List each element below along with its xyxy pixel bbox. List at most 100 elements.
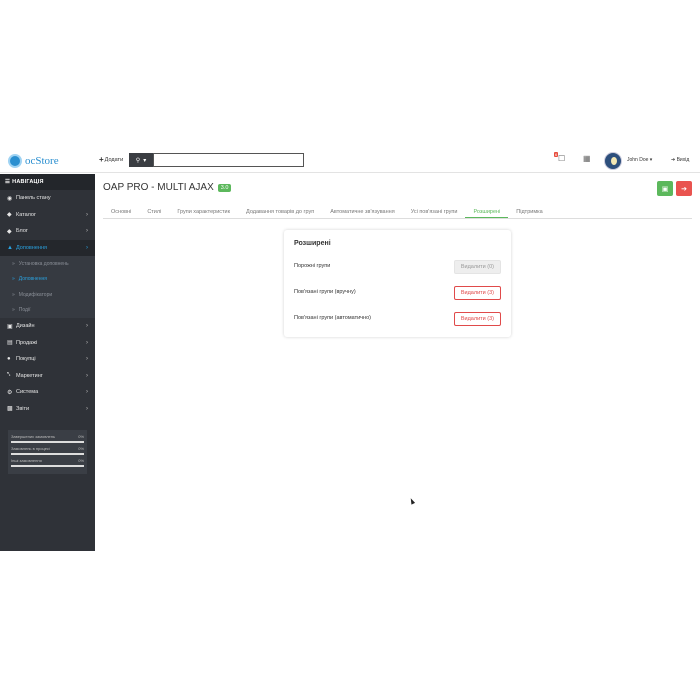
main-content: OAP PRO - MULTI AJAX 3.0 ▣ ➔ Основні Сти… bbox=[95, 174, 700, 551]
bullet-icon: » bbox=[12, 276, 15, 283]
tab-advanced[interactable]: Розширені bbox=[465, 207, 509, 218]
panel-title: Розширені bbox=[294, 240, 331, 247]
chevron-right-icon: › bbox=[86, 323, 88, 330]
search-icon: ⚲ bbox=[135, 157, 141, 164]
row-label: Порожні групи bbox=[294, 263, 331, 269]
page-title: OAP PRO - MULTI AJAX 3.0 bbox=[103, 182, 232, 193]
sidebar-item-dashboard[interactable]: ◉ Панель стану bbox=[0, 190, 95, 207]
sidebar-item-label: Продажі bbox=[16, 339, 38, 346]
caret-down-icon: ▾ bbox=[143, 157, 147, 164]
tab-add-products[interactable]: Додавання товарів до груп bbox=[238, 207, 322, 218]
cart-icon: ▤ bbox=[7, 340, 13, 347]
chart-icon: ▩ bbox=[7, 406, 13, 413]
version-badge: 3.0 bbox=[217, 183, 232, 192]
row-label: Пов'язані групи (вручну) bbox=[294, 289, 356, 295]
chevron-right-icon: › bbox=[86, 228, 88, 235]
notifications-icon[interactable]: ☐ bbox=[558, 154, 565, 163]
user-menu[interactable]: John Doe ▾ bbox=[627, 157, 652, 163]
stat-label: Завершених замовлень bbox=[11, 434, 56, 439]
exit-button[interactable]: ➔ bbox=[676, 181, 692, 196]
sidebar-item-blog[interactable]: ◆ Блог › bbox=[0, 223, 95, 240]
delete-manual-groups-button[interactable]: Видалити (3) bbox=[453, 286, 501, 300]
logout-icon: ➔ bbox=[671, 157, 676, 163]
page-title-text: OAP PRO - MULTI AJAX bbox=[103, 182, 214, 193]
sidebar-item-label: Покупці bbox=[16, 356, 36, 363]
sidebar-item-label: Система bbox=[16, 389, 39, 396]
logout-link[interactable]: ➔ Вихід bbox=[671, 157, 689, 163]
qr-code-icon[interactable]: ▦ bbox=[583, 154, 591, 163]
sidebar-item-customers[interactable]: ● Покупці › bbox=[0, 351, 95, 368]
logo-icon bbox=[8, 154, 22, 168]
sidebar-subitem-events[interactable]: » Події bbox=[0, 302, 95, 318]
sidebar-item-design[interactable]: ▣ Дизайн › bbox=[0, 318, 95, 335]
sidebar-item-marketing[interactable]: ⤣ Маркетинг › bbox=[0, 368, 95, 385]
share-icon: ⤣ bbox=[7, 372, 11, 379]
sidebar-subitem-modifications[interactable]: » Модифікатори bbox=[0, 287, 95, 303]
sidebar-item-system[interactable]: ⚙ Система › bbox=[0, 384, 95, 401]
user-name: John Doe bbox=[627, 157, 649, 163]
auto-linked-groups-row: Пов'язані групи (автоматично) Видалити (… bbox=[294, 312, 501, 326]
chevron-right-icon: › bbox=[86, 356, 88, 363]
sidebar-item-label: Панель стану bbox=[16, 195, 51, 202]
nav-title-text: НАВІГАЦІЯ bbox=[12, 179, 44, 185]
stat-processing: Замовлень в процесі 0% bbox=[11, 446, 84, 455]
tab-auto-link[interactable]: Автоматичне зв'язування bbox=[322, 207, 402, 218]
chevron-right-icon: › bbox=[86, 339, 88, 346]
sidebar-item-extensions[interactable]: ▲ Доповнення › bbox=[0, 239, 95, 256]
gear-icon: ⚙ bbox=[7, 389, 13, 396]
sidebar-item-label: Каталог bbox=[16, 211, 36, 218]
chevron-right-icon: › bbox=[86, 389, 88, 396]
stat-label: Інші замовлення bbox=[11, 458, 42, 463]
order-stats: Завершених замовлень 0% Замовлень в проц… bbox=[8, 430, 87, 474]
puzzle-icon: ▲ bbox=[7, 244, 13, 251]
stat-progress-bar bbox=[11, 453, 84, 455]
logout-label: Вихід bbox=[676, 157, 690, 163]
sidebar-subitem-label: Установка доповнень bbox=[18, 260, 69, 267]
logo-text: ocStore bbox=[25, 155, 59, 167]
tab-all-linked-groups[interactable]: Усі пов'язані групи bbox=[403, 207, 466, 218]
stat-progress-bar bbox=[11, 441, 84, 443]
user-avatar-icon bbox=[611, 157, 617, 165]
stat-other: Інші замовлення 0% bbox=[11, 458, 84, 467]
user-icon: ● bbox=[7, 356, 11, 363]
sidebar-item-catalog[interactable]: ◆ Каталог › bbox=[0, 207, 95, 224]
tab-general[interactable]: Основні bbox=[103, 207, 139, 218]
sidebar-subitem-label: Доповнення bbox=[18, 276, 47, 283]
stat-progress-bar bbox=[11, 465, 84, 467]
tab-attribute-groups[interactable]: Групи характеристик bbox=[169, 207, 238, 218]
sidebar-item-label: Доповнення bbox=[16, 244, 47, 251]
add-button[interactable]: + Додати bbox=[99, 155, 123, 164]
sidebar-subitem-label: Події bbox=[18, 307, 31, 314]
sidebar-item-reports[interactable]: ▩ Звіти › bbox=[0, 401, 95, 418]
stat-label: Замовлень в процесі bbox=[11, 446, 50, 451]
tab-styles[interactable]: Стилі bbox=[139, 207, 169, 218]
advanced-panel: Розширені Порожні групи Видалити (0) Пов… bbox=[284, 230, 511, 337]
save-button[interactable]: ▣ bbox=[657, 181, 673, 196]
delete-empty-groups-button[interactable]: Видалити (0) bbox=[453, 260, 501, 274]
sidebar-item-sales[interactable]: ▤ Продажі › bbox=[0, 335, 95, 352]
notification-badge: 6 bbox=[554, 152, 559, 157]
tab-support[interactable]: Підтримка bbox=[508, 207, 550, 218]
sidebar-subitem-extensions[interactable]: » Доповнення bbox=[0, 271, 95, 287]
stat-value: 0% bbox=[78, 458, 84, 463]
manual-linked-groups-row: Пов'язані групи (вручну) Видалити (3) bbox=[294, 286, 501, 300]
stat-value: 0% bbox=[78, 446, 84, 451]
sidebar-item-label: Дизайн bbox=[16, 323, 35, 330]
menu-icon[interactable]: ☰ bbox=[5, 179, 10, 185]
dashboard-icon: ◉ bbox=[7, 195, 13, 202]
top-header: ocStore + Додати ⚲ ▾ ☐ 6 ▦ John Doe ▾ ➔ … bbox=[0, 150, 700, 173]
empty-groups-row: Порожні групи Видалити (0) bbox=[294, 260, 501, 274]
sidebar: ☰ НАВІГАЦІЯ ◉ Панель стану ◆ Каталог › ◆… bbox=[0, 174, 95, 551]
tab-bar: Основні Стилі Групи характеристик Додава… bbox=[103, 207, 692, 219]
logo[interactable]: ocStore bbox=[8, 153, 59, 169]
bullet-icon: » bbox=[12, 291, 15, 298]
chevron-right-icon: › bbox=[86, 405, 88, 412]
search-button[interactable]: ⚲ ▾ bbox=[129, 153, 153, 167]
sidebar-subitem-label: Модифікатори bbox=[18, 291, 53, 298]
delete-auto-groups-button[interactable]: Видалити (3) bbox=[453, 312, 501, 326]
sidebar-subitem-installer[interactable]: » Установка доповнень bbox=[0, 256, 95, 272]
search-input[interactable] bbox=[153, 153, 304, 167]
chevron-right-icon: › bbox=[86, 211, 88, 218]
plus-icon: + bbox=[99, 155, 104, 164]
avatar[interactable] bbox=[604, 152, 622, 170]
